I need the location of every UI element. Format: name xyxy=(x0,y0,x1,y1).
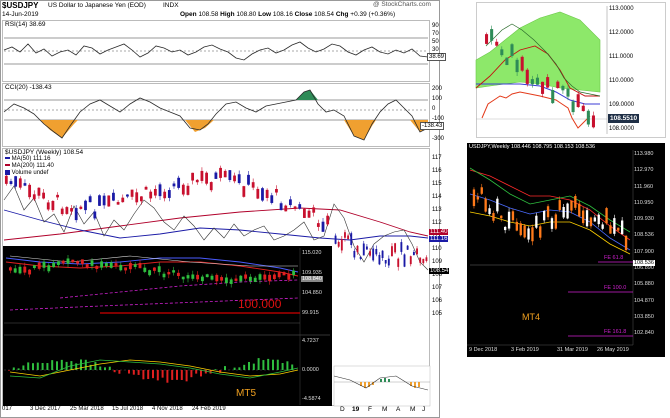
candle-body xyxy=(496,198,499,212)
candle-body xyxy=(488,208,491,215)
candle-body xyxy=(617,227,620,231)
mt4-tick: 107.900 xyxy=(634,248,654,255)
mt4-x-tick: 9 Dec 2018 xyxy=(469,347,498,353)
candle-body xyxy=(500,215,503,219)
candle-body xyxy=(570,200,573,211)
candle-body xyxy=(511,211,515,221)
mt4-x-tick: 3 Feb 2019 xyxy=(511,347,539,353)
candle-body xyxy=(546,206,550,218)
fe-label-61: FE 61.8 xyxy=(604,255,624,261)
candle-body xyxy=(601,224,604,229)
mt4-badge: MT4 xyxy=(522,312,540,322)
mt4-tick: 109.930 xyxy=(634,216,654,223)
mt4-tick: 112.970 xyxy=(634,167,654,174)
mt4-axis: 113.980 112.970 111.960 110.950 109.930 … xyxy=(634,146,664,346)
candle-body xyxy=(480,187,483,194)
mt4-x-tick: 31 Mar 2019 xyxy=(557,347,588,353)
candle-body xyxy=(562,206,565,218)
candle-body xyxy=(624,235,628,251)
candle-body xyxy=(605,208,608,224)
candle-body xyxy=(519,223,522,236)
candle-body xyxy=(589,217,593,227)
candle-body xyxy=(574,195,577,208)
candle-body xyxy=(550,218,554,229)
mt4-tick: 110.950 xyxy=(634,199,654,206)
candle-body xyxy=(507,211,511,229)
candle-body xyxy=(578,203,581,217)
candle-body xyxy=(597,214,600,225)
candle-body xyxy=(515,221,519,231)
candle-body xyxy=(484,198,487,212)
candle-body xyxy=(476,196,480,200)
mt4-x-tick: 26 May 2019 xyxy=(597,347,629,353)
candle-body xyxy=(492,213,495,221)
candle-body xyxy=(523,225,526,238)
mt4-tick: 105.880 xyxy=(634,281,654,288)
candle-body xyxy=(585,210,589,227)
mt4-tick: 103.850 xyxy=(634,313,654,320)
candle-body xyxy=(503,226,507,231)
mt4-red-ma xyxy=(469,169,631,241)
fe-label-161: FE 161.8 xyxy=(604,329,627,335)
candle-body xyxy=(539,226,542,238)
candle-body xyxy=(542,210,546,221)
candle-body xyxy=(581,210,585,224)
mt4-current-box: 108.536 xyxy=(633,260,655,266)
mt4-tick: 108.536 xyxy=(634,232,654,239)
candle-body xyxy=(620,220,624,235)
candle-body xyxy=(535,215,538,228)
mt4-x-axis: 9 Dec 2018 3 Feb 2019 31 Mar 2019 26 May… xyxy=(467,347,633,357)
mt4-tick: 102.840 xyxy=(634,330,654,337)
candle-body xyxy=(609,225,612,234)
mt4-tick: 111.960 xyxy=(634,183,654,190)
candle-body xyxy=(593,217,597,222)
candle-body xyxy=(527,228,530,240)
candle-body xyxy=(472,189,476,207)
mt4-tick: 113.980 xyxy=(634,151,654,157)
candle-body xyxy=(531,227,534,242)
candle-body xyxy=(558,200,561,210)
fe-label-100: FE 100.0 xyxy=(604,285,627,291)
mt4-tick: 104.870 xyxy=(634,297,654,304)
candle-body xyxy=(613,218,616,234)
candle-body xyxy=(554,214,558,229)
candle-body xyxy=(566,203,569,219)
